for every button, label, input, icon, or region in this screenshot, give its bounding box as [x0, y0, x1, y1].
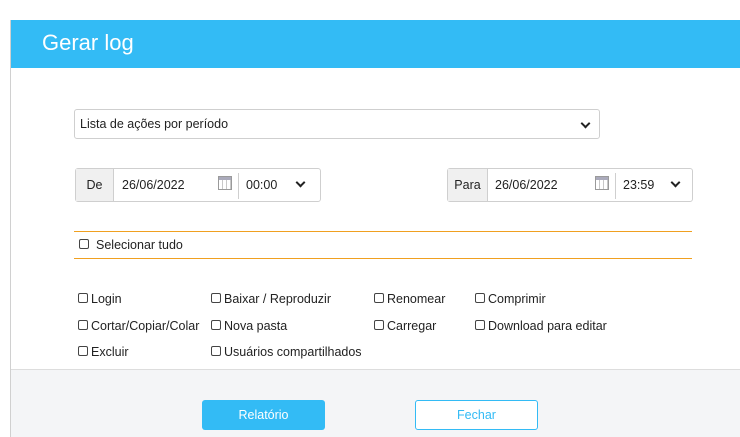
- report-button[interactable]: Relatório: [202, 400, 325, 430]
- to-date-group: Para 26/06/2022 23:59: [447, 168, 693, 202]
- login-checkbox[interactable]: [78, 293, 88, 303]
- chevron-down-icon: [580, 118, 591, 129]
- divider-bottom: [74, 258, 692, 259]
- to-label: Para: [448, 169, 488, 201]
- dialog-header: Gerar log: [11, 20, 740, 68]
- calendar-icon[interactable]: [218, 176, 232, 190]
- close-button[interactable]: Fechar: [415, 400, 538, 430]
- from-date-input[interactable]: 26/06/2022: [122, 178, 185, 192]
- from-time-select[interactable]: 00:00: [246, 178, 277, 192]
- report-type-select[interactable]: Lista de ações por período: [74, 109, 600, 139]
- download-edit-label: Download para editar: [488, 319, 607, 333]
- dialog-footer: Relatório Fechar: [11, 369, 740, 437]
- download-play-label: Baixar / Reproduzir: [224, 292, 331, 306]
- divider: [238, 173, 239, 199]
- select-all-label: Selecionar tudo: [96, 238, 183, 252]
- dialog-title: Gerar log: [42, 30, 134, 55]
- upload-label: Carregar: [387, 319, 437, 333]
- generate-log-dialog: Gerar log Lista de ações por período De …: [10, 20, 740, 437]
- divider: [615, 173, 616, 199]
- to-date-input[interactable]: 26/06/2022: [495, 178, 558, 192]
- rename-label: Renomear: [387, 292, 446, 306]
- divider-top: [74, 231, 692, 232]
- rename-checkbox[interactable]: [374, 293, 384, 303]
- upload-checkbox[interactable]: [374, 320, 384, 330]
- compress-label: Comprimir: [488, 292, 546, 306]
- shared-users-label: Usuários compartilhados: [224, 345, 362, 359]
- cut-copy-paste-checkbox[interactable]: [78, 320, 88, 330]
- delete-label: Excluir: [91, 345, 129, 359]
- from-label: De: [76, 169, 114, 201]
- cut-copy-paste-label: Cortar/Copiar/Colar: [91, 319, 200, 333]
- new-folder-checkbox[interactable]: [211, 320, 221, 330]
- compress-checkbox[interactable]: [475, 293, 485, 303]
- chevron-down-icon[interactable]: [670, 177, 681, 188]
- from-date-group: De 26/06/2022 00:00: [75, 168, 321, 202]
- select-all-checkbox[interactable]: [79, 239, 89, 249]
- calendar-icon[interactable]: [595, 176, 609, 190]
- report-type-value: Lista de ações por período: [80, 117, 229, 131]
- delete-checkbox[interactable]: [78, 346, 88, 356]
- shared-users-checkbox[interactable]: [211, 346, 221, 356]
- download-play-checkbox[interactable]: [211, 293, 221, 303]
- login-label: Login: [91, 292, 122, 306]
- download-edit-checkbox[interactable]: [475, 320, 485, 330]
- to-time-select[interactable]: 23:59: [623, 178, 654, 192]
- chevron-down-icon[interactable]: [295, 177, 306, 188]
- new-folder-label: Nova pasta: [224, 319, 288, 333]
